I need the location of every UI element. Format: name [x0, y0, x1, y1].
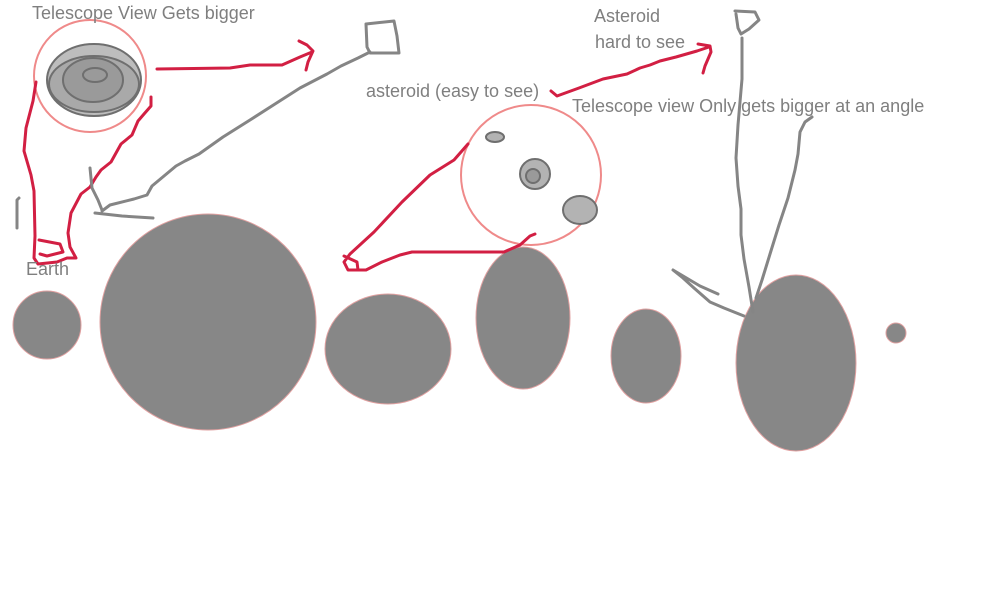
gray-tick-far-left: [15, 196, 21, 230]
label-telescope-view-bigger: Telescope View Gets bigger: [32, 3, 255, 23]
label-asteroid: Asteroid: [594, 6, 661, 26]
earth-body: [12, 290, 82, 360]
magnified-body-core: [82, 67, 108, 83]
large-body: [99, 213, 317, 431]
label-hard-to-see: hard to see: [595, 32, 686, 52]
tiny-asteroid-body: [885, 322, 907, 344]
gray-bracket-right: [671, 268, 746, 318]
label-telescope-angle: Telescope view Only gets bigger at an an…: [572, 96, 925, 116]
telescope-view-bigger-group: [33, 19, 147, 133]
gray-lamp-top: [733, 9, 761, 36]
small-asteroid: [485, 131, 505, 143]
angled-body: [735, 274, 857, 452]
tall-body: [475, 246, 571, 390]
red-arrow-top-left: [155, 39, 315, 72]
telescope-view-asteroids-group: [460, 104, 602, 246]
gray-box-top: [364, 19, 401, 55]
asteroid-ring-inner: [525, 168, 541, 184]
medium-asteroid: [562, 195, 598, 225]
small-oval-body: [610, 308, 682, 404]
gray-diagonal-right: [754, 115, 814, 300]
red-scribble-left-base: [37, 238, 65, 258]
label-earth: Earth: [26, 259, 70, 279]
gray-vertical-pole: [734, 36, 755, 314]
red-pointer-middle: [342, 142, 537, 272]
gray-hook-left: [88, 166, 104, 212]
label-asteroid-easy: asteroid (easy to see): [366, 81, 540, 101]
medium-body: [324, 293, 452, 405]
